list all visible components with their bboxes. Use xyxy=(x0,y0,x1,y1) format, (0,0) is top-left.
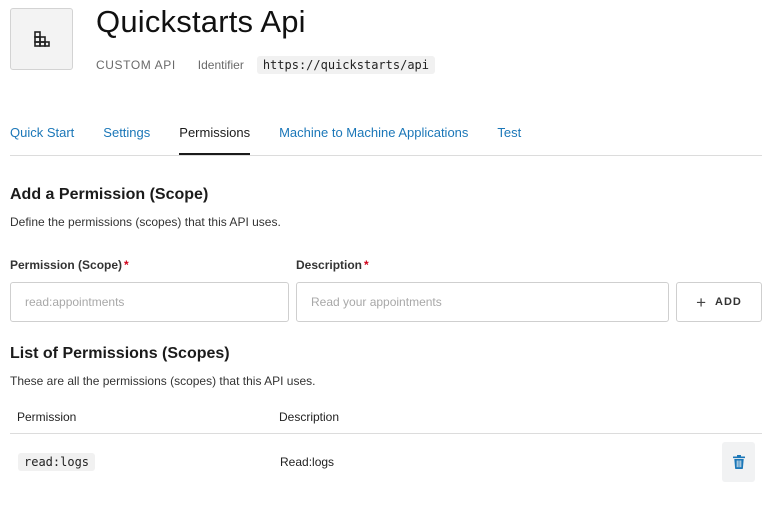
add-permission-description: Define the permissions (scopes) that thi… xyxy=(10,215,281,229)
trash-icon xyxy=(732,455,745,469)
table-row: read:logs Read:logs xyxy=(10,434,762,490)
building-icon xyxy=(33,31,50,47)
plus-icon: + xyxy=(696,292,708,312)
tab-permissions[interactable]: Permissions xyxy=(179,116,251,155)
identifier-value: https://quickstarts/api xyxy=(256,56,435,74)
table-header: Permission Description xyxy=(10,400,762,434)
api-meta: CUSTOM API Identifier https://quickstart… xyxy=(96,56,435,74)
permission-scope-value: read:logs xyxy=(18,453,96,471)
permission-description-input[interactable] xyxy=(296,282,669,322)
page-title: Quickstarts Api xyxy=(96,4,306,39)
required-marker: * xyxy=(364,258,369,272)
tab-machine-to-machine[interactable]: Machine to Machine Applications xyxy=(279,116,468,155)
description-label-text: Description xyxy=(296,258,363,272)
permissions-table: Permission Description read:logs Read:lo… xyxy=(10,400,762,490)
tab-quick-start[interactable]: Quick Start xyxy=(10,116,74,155)
permission-field-label: Permission (Scope) * xyxy=(10,258,129,272)
permission-scope-input[interactable] xyxy=(10,282,289,322)
description-field-label: Description * xyxy=(296,258,369,272)
column-header-permission: Permission xyxy=(17,409,77,424)
identifier-label: Identifier xyxy=(197,58,244,72)
add-permission-heading: Add a Permission (Scope) xyxy=(10,186,209,203)
permissions-list-description: These are all the permissions (scopes) t… xyxy=(10,374,316,388)
description-cell: Read:logs xyxy=(280,455,335,469)
tab-settings[interactable]: Settings xyxy=(103,116,150,155)
delete-permission-button[interactable] xyxy=(722,442,755,482)
api-details-page: Quickstarts Api CUSTOM API Identifier ht… xyxy=(0,0,775,512)
permissions-list-heading: List of Permissions (Scopes) xyxy=(10,345,230,362)
permission-cell: read:logs xyxy=(10,453,280,471)
column-header-description: Description xyxy=(279,409,340,424)
tab-test[interactable]: Test xyxy=(497,116,521,155)
add-button-label: ADD xyxy=(715,296,742,308)
required-marker: * xyxy=(124,258,129,272)
tab-bar: Quick Start Settings Permissions Machine… xyxy=(10,116,762,156)
api-type-label: CUSTOM API xyxy=(96,58,176,72)
api-logo xyxy=(10,8,73,70)
permission-label-text: Permission (Scope) xyxy=(10,258,123,272)
add-permission-button[interactable]: + ADD xyxy=(676,282,762,322)
